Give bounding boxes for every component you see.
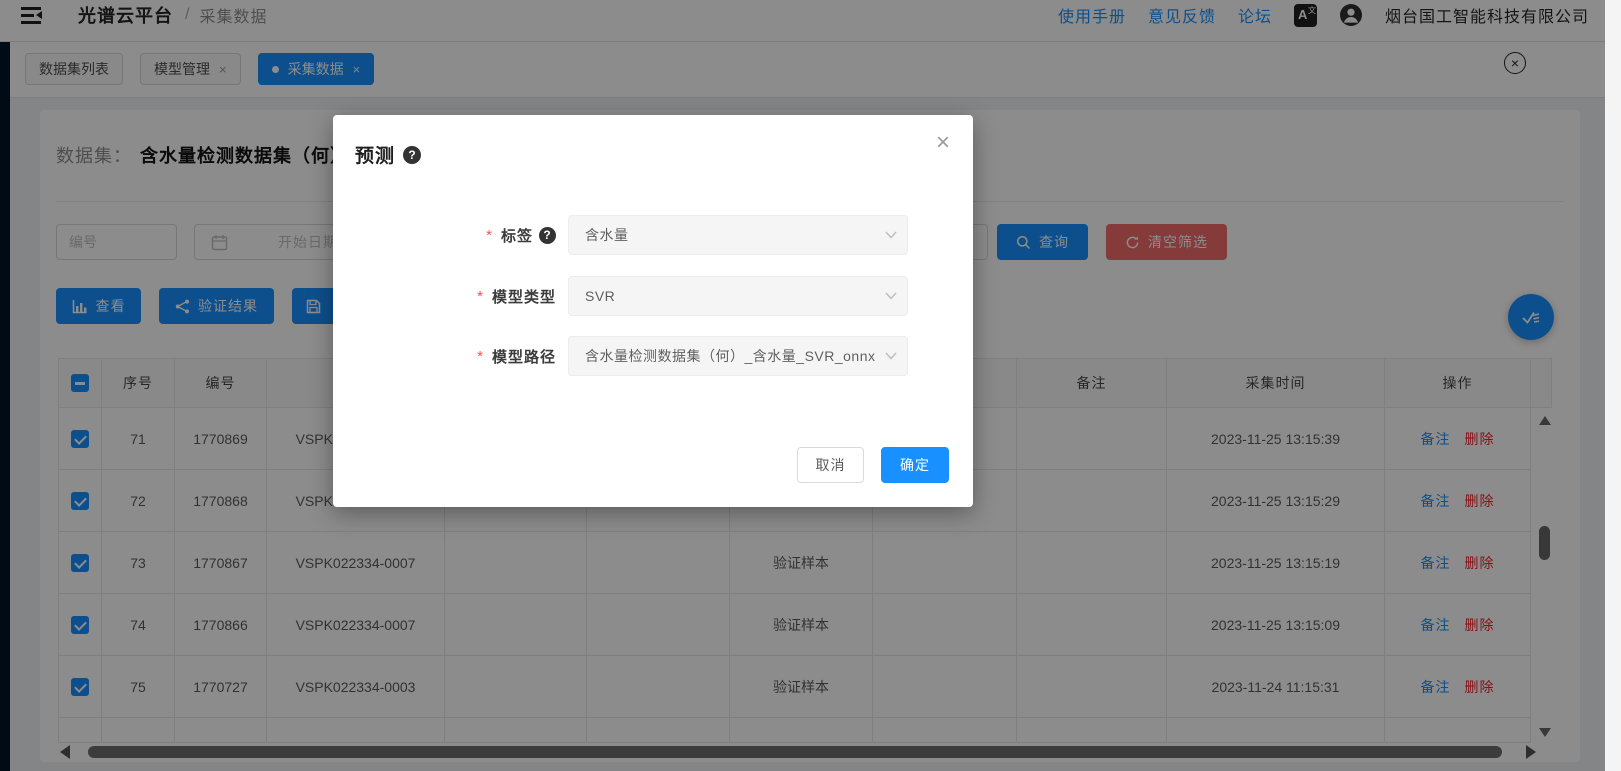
field-label-model-path: 模型路径 [492,346,556,367]
field-label-model-type: 模型类型 [492,286,556,307]
form-row-model-path: * 模型路径 含水量检测数据集（何）_含水量_SVR_onnx [333,336,973,376]
required-asterisk: * [477,288,484,305]
required-asterisk: * [486,227,493,244]
form-row-label: * 标签 含水量 [333,215,973,255]
app-root: 光谱云平台 / 采集数据 使用手册意见反馈论坛 烟台国工智能科技有限公司 数据集… [0,0,1621,771]
modal-close-icon[interactable] [931,131,955,155]
form-row-model-type: * 模型类型 SVR [333,276,973,316]
model-type-select[interactable]: SVR [568,276,908,316]
required-asterisk: * [477,348,484,365]
chevron-down-icon [885,231,897,239]
browser-scrollbar-strip [1605,0,1621,771]
field-help-icon[interactable] [539,227,556,244]
help-icon[interactable] [403,146,421,164]
prediction-modal: 预测 * 标签 含水量 * 模型类型 SVR [333,115,973,507]
field-label-tag: 标签 [501,225,533,246]
modal-title: 预测 [355,141,395,168]
chevron-down-icon [885,292,897,300]
modal-title-row: 预测 [355,141,421,168]
ok-button[interactable]: 确定 [881,447,949,483]
cancel-button[interactable]: 取消 [797,447,864,483]
tag-select[interactable]: 含水量 [568,215,908,255]
model-path-select[interactable]: 含水量检测数据集（何）_含水量_SVR_onnx [568,336,908,376]
chevron-down-icon [885,352,897,360]
